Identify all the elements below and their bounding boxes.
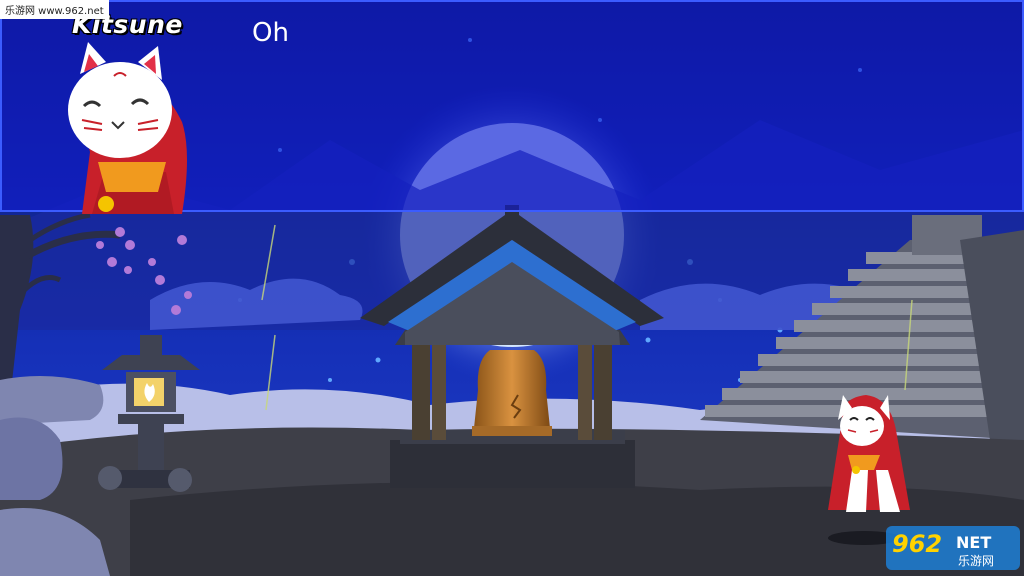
temple-bell (474, 350, 550, 428)
kitsune-portrait-icon (68, 42, 187, 214)
dialog-box[interactable]: Kitsune Oh (0, 0, 1024, 214)
logo-number: 962 (892, 530, 942, 558)
dialog-text: Oh (252, 18, 289, 48)
logo-suffix: NET (956, 533, 991, 552)
watermark-text: 乐游网 www.962.net (0, 0, 109, 19)
logo-chinese: 乐游网 (958, 554, 994, 568)
watermark-logo: 962 NET 乐游网 (886, 526, 1020, 570)
